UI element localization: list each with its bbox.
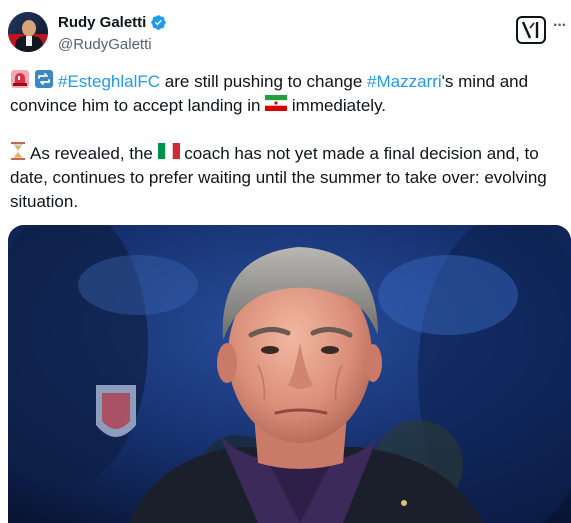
tweet-text: #EsteghlalFC are still pushing to change…	[10, 69, 566, 214]
tweet-line-2: convince him to accept landing in immedi…	[10, 94, 566, 118]
tweet-line1-text: are still pushing to change	[160, 72, 368, 91]
italy-flag-icon	[157, 142, 180, 166]
hourglass-icon	[10, 141, 26, 168]
author-name-row: Rudy Galetti	[58, 14, 167, 31]
x-logo-icon[interactable]	[516, 16, 546, 44]
tweet-line-3: As revealed, the coach has not yet made …	[10, 141, 566, 168]
hashtag-mazzarri[interactable]: #Mazzarri	[367, 70, 442, 94]
avatar[interactable]	[8, 12, 48, 52]
tweet-line4: date, continues to prefer waiting until …	[10, 168, 547, 187]
repeat-arrows-icon	[34, 69, 54, 96]
author-handle[interactable]: @RudyGaletti	[58, 36, 152, 53]
iran-flag-icon	[265, 94, 288, 118]
tweet-line-1: #EsteghlalFC are still pushing to change…	[10, 69, 566, 96]
tweet-header: Rudy Galetti @RudyGaletti ···	[0, 0, 571, 64]
tweet-line-5: situation.	[10, 190, 566, 214]
tweet-line-4: date, continues to prefer waiting until …	[10, 166, 566, 190]
tweet-line3-start: As revealed, the	[30, 144, 158, 163]
verified-badge-icon[interactable]	[150, 14, 167, 31]
tweet-line1-end: 's mind and	[441, 72, 529, 91]
tweet-line3-end: coach has not yet made a final decision …	[179, 144, 539, 163]
tweet-line2-start: convince him to accept landing in	[10, 96, 266, 115]
tweet-line5: situation.	[10, 192, 79, 211]
author-display-name[interactable]: Rudy Galetti	[58, 14, 146, 31]
hashtag-esteghlalfc[interactable]: #EsteghlalFC	[58, 70, 160, 94]
more-icon[interactable]: ···	[553, 17, 567, 35]
rotating-light-icon	[10, 69, 30, 96]
tweet-line2-end: immediately.	[287, 96, 387, 115]
tweet-photo[interactable]	[8, 225, 571, 523]
